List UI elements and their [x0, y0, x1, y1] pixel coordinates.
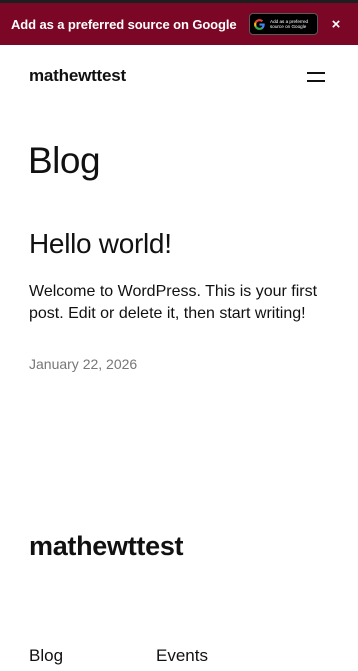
post-date[interactable]: January 22, 2026: [29, 356, 137, 372]
post-excerpt: Welcome to WordPress. This is your first…: [29, 283, 318, 322]
google-g-icon: [254, 18, 265, 30]
menu-line-bottom: [307, 80, 325, 82]
menu-line-top: [307, 72, 325, 74]
post-title-link[interactable]: Hello world!: [29, 226, 172, 262]
footer-link-blog[interactable]: Blog: [29, 646, 63, 666]
page-title: Blog: [28, 140, 101, 181]
banner-close-button[interactable]: ×: [328, 17, 344, 33]
badge-text: Add as a preferred source on Google: [270, 19, 308, 30]
site-title[interactable]: mathewttest: [29, 66, 126, 86]
google-preferred-source-badge[interactable]: Add as a preferred source on Google: [249, 13, 318, 35]
footer-site-title[interactable]: mathewttest: [29, 531, 184, 562]
badge-line-2: source on Google: [270, 24, 307, 29]
footer-link-events[interactable]: Events: [156, 646, 208, 666]
hamburger-menu-icon[interactable]: [307, 70, 325, 84]
banner-text: Add as a preferred source on Google: [11, 16, 237, 32]
preferred-source-banner: Add as a preferred source on Google Add …: [0, 3, 358, 45]
